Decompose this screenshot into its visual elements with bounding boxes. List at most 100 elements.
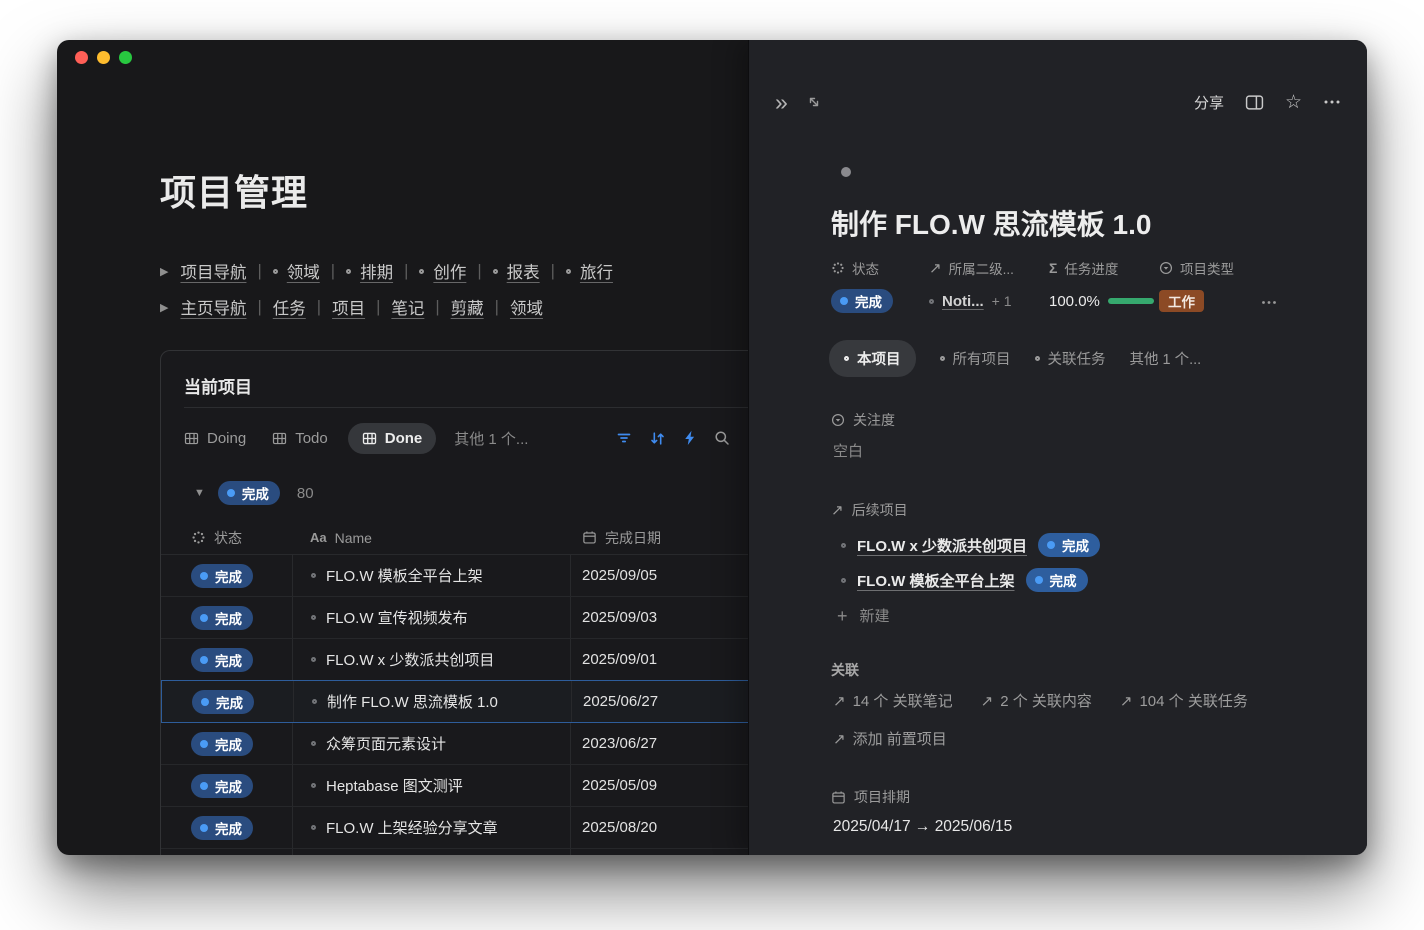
nav-link-tasks[interactable]: 任务 — [273, 295, 306, 319]
relation-arrow-icon: ↗ — [981, 692, 994, 710]
followup-page-link[interactable]: FLO.W 模板全平台上架 — [857, 570, 1015, 591]
panel-toolbar: » 分享 ☆ — [749, 82, 1367, 122]
table-row-selected[interactable]: 完成 制作 FLO.W 思流模板 1.0 2025/06/27 — [161, 680, 760, 723]
status-spinner-icon — [191, 530, 206, 545]
tab-this-project[interactable]: 本项目 — [829, 340, 916, 377]
current-projects-card: 当前项目 Doing Todo Done 其他 1 个... — [160, 350, 760, 855]
row-title: FLO.W 宣传视频发布 — [326, 607, 468, 628]
table-row[interactable]: 完成 FLO.W 宣传视频发布 2025/09/03 — [161, 597, 760, 639]
row-date: 2025/09/01 — [571, 651, 760, 668]
work-tag: 工作 — [1159, 290, 1204, 312]
nav-link-home-nav[interactable]: 主页导航 — [180, 295, 246, 319]
property-project-type: 项目类型 工作 — [1159, 258, 1234, 313]
property-value-relation[interactable]: Noti... + 1 — [929, 289, 1014, 313]
column-label: Name — [335, 530, 372, 546]
linked-notes-link[interactable]: ↗ 14 个 关联笔记 — [833, 690, 953, 711]
plus-icon: + — [837, 607, 848, 625]
group-header-done[interactable]: ▼ 完成 80 — [194, 479, 314, 507]
view-tab-todo[interactable]: Todo — [272, 430, 328, 447]
table-row[interactable]: 完成 FLO.W x 少数派共创项目 2025/09/01 — [161, 639, 760, 681]
favorite-star-icon[interactable]: ☆ — [1285, 91, 1302, 114]
lightning-icon[interactable] — [683, 430, 697, 446]
nav-link-domain2[interactable]: 领域 — [510, 295, 543, 319]
nav-separator: | — [495, 298, 499, 317]
zoom-window-button[interactable] — [119, 51, 132, 64]
column-header-date[interactable]: 完成日期 — [571, 528, 760, 548]
nav-separator: | — [317, 298, 321, 317]
nav-link-domain[interactable]: 领域 — [287, 259, 320, 283]
share-button[interactable]: 分享 — [1194, 92, 1224, 113]
property-value-status[interactable]: 完成 — [831, 289, 893, 313]
nav-link-notes[interactable]: 笔记 — [391, 295, 424, 319]
table-row[interactable]: 完成 FLO.W 上架经验分享文章 2025/08/20 — [161, 807, 760, 849]
relation-arrow-icon: ↗ — [831, 501, 844, 519]
row-date: 2025/09/03 — [571, 609, 760, 626]
sort-icon[interactable] — [649, 430, 666, 447]
row-title: FLO.W x 少数派共创项目 — [326, 649, 494, 670]
toggle-down-icon[interactable]: ▼ — [194, 487, 205, 499]
property-parent-relation: ↗ 所属二级... Noti... + 1 — [929, 258, 1014, 313]
status-badge-label: 完成 — [215, 608, 242, 628]
toggle-right-icon[interactable]: ▶ — [160, 265, 168, 278]
close-peek-icon[interactable]: » — [775, 91, 788, 114]
property-progress: Σ 任务进度 100.0% — [1049, 258, 1154, 313]
more-properties-icon[interactable] — [1261, 292, 1277, 310]
tab-more[interactable]: 其他 1 个... — [1130, 348, 1202, 369]
progress-percent: 100.0% — [1049, 293, 1100, 310]
nav-link-create[interactable]: 创作 — [433, 259, 466, 283]
status-badge-label: 完成 — [215, 818, 242, 838]
expand-diagonal-icon[interactable] — [806, 94, 822, 110]
divider — [184, 407, 760, 408]
row-date: 2025/06/27 — [572, 693, 759, 710]
document-page-icon[interactable] — [841, 167, 851, 177]
relation-link-label: 104 个 关联任务 — [1139, 690, 1247, 711]
property-value-type[interactable]: 工作 — [1159, 289, 1234, 313]
app-window: 项目管理 ▶ 项目导航 | 领域 | 排期 | 创作 | 报表 | 旅行 ▶ 主… — [57, 40, 1367, 855]
nav-link-clips[interactable]: 剪藏 — [451, 295, 484, 319]
view-tab-label: Todo — [295, 430, 328, 447]
search-icon[interactable] — [714, 430, 730, 446]
view-tab-doing[interactable]: Doing — [184, 430, 246, 447]
status-badge-label: 完成 — [215, 566, 242, 586]
followup-item[interactable]: FLO.W 模板全平台上架 完成 — [841, 568, 1088, 592]
circle-icon — [1035, 356, 1040, 361]
section-followups-label: ↗ 后续项目 — [831, 500, 908, 520]
nav-link-report[interactable]: 报表 — [507, 259, 540, 283]
column-header-status[interactable]: 状态 — [161, 528, 292, 548]
nav-link-project-nav[interactable]: 项目导航 — [180, 259, 246, 283]
more-views-button[interactable]: 其他 1 个... — [454, 428, 528, 449]
status-badge: 完成 — [218, 481, 280, 505]
followup-page-link[interactable]: FLO.W x 少数派共创项目 — [857, 535, 1027, 556]
close-window-button[interactable] — [75, 51, 88, 64]
view-tab-done[interactable]: Done — [348, 423, 437, 454]
table-action-icons — [616, 413, 730, 463]
add-predecessor-row: ↗ 添加 前置项目 — [833, 728, 947, 749]
tab-linked-tasks[interactable]: 关联任务 — [1035, 348, 1106, 369]
property-label: 所属二级... — [949, 258, 1014, 278]
more-options-icon[interactable] — [1323, 99, 1341, 105]
toggle-right-icon[interactable]: ▶ — [160, 301, 168, 314]
linked-content-link[interactable]: ↗ 2 个 关联内容 — [981, 690, 1092, 711]
add-predecessor-link[interactable]: ↗ 添加 前置项目 — [833, 728, 947, 749]
property-value-progress[interactable]: 100.0% — [1049, 289, 1154, 313]
nav-link-schedule[interactable]: 排期 — [360, 259, 393, 283]
relation-page-link[interactable]: Noti... — [942, 293, 984, 310]
table-row[interactable]: 完成 FLO.W 模板全平台上架 2025/09/05 — [161, 555, 760, 597]
nav-link-projects[interactable]: 项目 — [332, 295, 365, 319]
side-peek-panel: » 分享 ☆ 制作 FLO.W 思流模板 1.0 — [748, 40, 1367, 855]
table-row-partial[interactable]: 完成 — [161, 849, 760, 855]
schedule-date-range[interactable]: 2025/04/17 → 2025/06/15 — [833, 818, 1012, 836]
nav-separator: | — [477, 262, 481, 281]
nav-link-travel[interactable]: 旅行 — [580, 259, 613, 283]
table-row[interactable]: 完成 Heptabase 图文测评 2025/05/09 — [161, 765, 760, 807]
filter-icon[interactable] — [616, 430, 632, 446]
tab-all-projects[interactable]: 所有项目 — [940, 348, 1011, 369]
new-followup-button[interactable]: + 新建 — [837, 605, 890, 626]
followup-item[interactable]: FLO.W x 少数派共创项目 完成 — [841, 533, 1100, 557]
table-row[interactable]: 完成 众筹页面元素设计 2023/06/27 — [161, 723, 760, 765]
column-header-name[interactable]: Aa Name — [292, 530, 571, 546]
side-peek-layout-icon[interactable] — [1245, 94, 1264, 111]
attention-empty-value[interactable]: 空白 — [833, 440, 863, 461]
linked-tasks-link[interactable]: ↗ 104 个 关联任务 — [1120, 690, 1248, 711]
minimize-window-button[interactable] — [97, 51, 110, 64]
